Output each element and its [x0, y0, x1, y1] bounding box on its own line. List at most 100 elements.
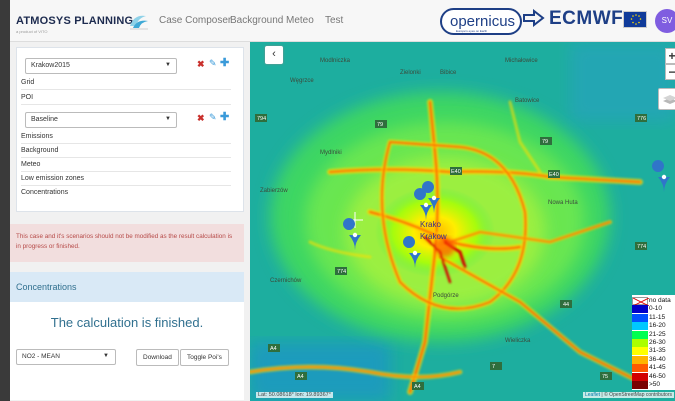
app-logo[interactable]: ATMOSYS PLANNING	[16, 15, 133, 27]
scenario-row-emissions[interactable]: Emissions	[21, 130, 231, 144]
copernicus-subtext: Europe's eyes on Earth	[456, 29, 488, 33]
legend-label: 31-35	[649, 347, 666, 355]
legend-row: 41-45	[632, 364, 675, 373]
legend-row: 26-30	[632, 339, 675, 347]
map-attribution: Leaflet | © OpenStreetMap contributors	[583, 392, 674, 398]
eu-flag-icon	[623, 11, 647, 28]
top-navbar: ATMOSYS PLANNING a product of VITO Case …	[10, 0, 675, 42]
delete-case-icon[interactable]: ✖	[197, 59, 205, 70]
map-label-mydlniki: Mydlniki	[320, 150, 342, 156]
map-label-wieliczka: Wieliczka	[505, 338, 531, 344]
legend-swatch	[632, 322, 648, 331]
map-label-zabierzow: Zabierzów	[260, 188, 288, 194]
chevron-down-icon: ▼	[165, 62, 171, 68]
nav-background[interactable]: Background	[230, 15, 283, 26]
legend-swatch	[632, 347, 648, 356]
legend-label: 46-50	[649, 372, 666, 380]
legend-row: >50	[632, 381, 675, 389]
scenario-row-background[interactable]: Background	[21, 144, 231, 158]
nav-test[interactable]: Test	[325, 15, 343, 26]
scenario-row-concentrations[interactable]: Concentrations	[21, 186, 231, 200]
scenario-row-meteo[interactable]: Meteo	[21, 158, 231, 172]
concentrations-header: Concentrations	[10, 272, 244, 302]
toggle-pois-button[interactable]: Toggle Poi's	[180, 349, 229, 366]
road-badge-label: 44	[563, 302, 569, 308]
map-label-modlniczka: Modlniczka	[320, 58, 351, 64]
nav-case-composer[interactable]: Case Composer	[159, 15, 231, 26]
legend-row: 46-50	[632, 372, 675, 381]
ecmwf-logo-text: ECMWF	[549, 8, 624, 29]
app-window: ATMOSYS PLANNING a product of VITO Case …	[10, 0, 675, 401]
case-row-grid[interactable]: Grid	[21, 76, 231, 90]
app-logo-subtext: a product of VITO	[16, 29, 48, 34]
user-avatar[interactable]: SV	[655, 9, 675, 33]
road-badge-label: A4	[297, 374, 304, 380]
case-panel: Krakow2015 ▼ ✖ ✎ ✚ Grid POI Baseline ▼ ✖…	[16, 47, 244, 212]
map-canvas[interactable]: 794 79 776 E40 E40 774 774 44 A4 A4 A4 7…	[250, 42, 675, 401]
legend-label: 41-45	[649, 364, 666, 372]
collapse-sidebar-button[interactable]: ‹	[265, 46, 283, 64]
legend-label: 21-25	[649, 330, 666, 338]
road-badge-label: 79	[377, 122, 383, 128]
sidebar: Krakow2015 ▼ ✖ ✎ ✚ Grid POI Baseline ▼ ✖…	[10, 42, 250, 401]
legend-label: 26-30	[649, 339, 666, 346]
leaflet-link[interactable]: Leaflet	[585, 392, 600, 398]
legend-row: 11-15	[632, 313, 675, 322]
legend-label: 0-10	[649, 305, 663, 313]
road-badge-label: A4	[270, 346, 277, 352]
legend-row: no data	[632, 297, 675, 306]
scenario-select[interactable]: Baseline ▼	[25, 112, 177, 128]
case-select[interactable]: Krakow2015 ▼	[25, 58, 177, 74]
road-badge-label: 75	[602, 374, 608, 380]
download-button[interactable]: Download	[136, 349, 179, 366]
legend-swatch	[632, 339, 648, 347]
calculation-status: The calculation is finished.	[50, 315, 204, 330]
zoom-out-button[interactable]: −	[665, 64, 675, 80]
road-badge-label: 774	[337, 269, 346, 275]
case-row-poi[interactable]: POI	[21, 91, 231, 105]
map-label-batowice: Batowice	[515, 98, 540, 104]
case-select-value: Krakow2015	[31, 62, 70, 69]
layers-icon	[663, 95, 675, 104]
legend-swatch	[632, 313, 648, 322]
legend-row: 21-25	[632, 330, 675, 339]
concentrations-body: The calculation is finished. NO2 - MEAN …	[10, 302, 244, 400]
pollutant-select-value: NO2 - MEAN	[22, 353, 60, 360]
delete-scenario-icon[interactable]: ✖	[197, 113, 205, 124]
map-label-krakow-1: Krako	[420, 220, 441, 229]
concentration-legend: no data 0-10 11-15 16-20 21-25 26-30 31-35 36-4…	[632, 295, 675, 390]
road-badge-label: 776	[637, 116, 646, 122]
pollutant-select[interactable]: NO2 - MEAN ▼	[16, 349, 116, 365]
map-label-bibice: Bibice	[440, 70, 457, 76]
scenario-row-low-emission-zones[interactable]: Low emission zones	[21, 172, 231, 186]
legend-label: no data	[649, 297, 671, 304]
copernicus-logo: opernicus Europe's eyes on Earth	[440, 8, 522, 35]
map-label-czernichow: Czernichów	[270, 278, 302, 284]
road-badge-label: 79	[542, 139, 548, 145]
layers-button[interactable]	[658, 88, 675, 110]
nav-meteo[interactable]: Meteo	[286, 15, 314, 26]
legend-label: 36-40	[649, 355, 666, 363]
road-badge-label: E40	[451, 169, 461, 175]
edit-case-icon[interactable]: ✎	[209, 58, 217, 69]
legend-row: 0-10	[632, 305, 675, 314]
legend-row: 31-35	[632, 347, 675, 356]
road-badge-label: 7	[492, 364, 495, 370]
edit-scenario-icon[interactable]: ✎	[209, 112, 217, 123]
add-case-icon[interactable]: ✚	[220, 56, 229, 69]
add-scenario-icon[interactable]: ✚	[220, 110, 229, 123]
scenario-select-value: Baseline	[31, 116, 58, 123]
map-label-michalowice: Michałowice	[505, 58, 538, 64]
concentrations-panel: Concentrations The calculation is finish…	[10, 272, 244, 400]
copernicus-text: opernicus	[450, 13, 516, 30]
map-label-zielonki: Zielonki	[400, 70, 421, 76]
concentration-map[interactable]: 794 79 776 E40 E40 774 774 44 A4 A4 A4 7…	[250, 42, 675, 401]
map-label-wegrzce: Węgrzce	[290, 78, 314, 84]
road-badge-label: A4	[414, 384, 421, 390]
map-label-krakow-2: Krakow	[420, 232, 447, 241]
legend-label: 11-15	[649, 313, 666, 321]
zoom-in-button[interactable]: +	[665, 48, 675, 64]
osm-attribution[interactable]: © OpenStreetMap contributors	[604, 392, 672, 398]
chevron-down-icon: ▼	[103, 353, 109, 359]
legend-label: >50	[649, 381, 661, 388]
